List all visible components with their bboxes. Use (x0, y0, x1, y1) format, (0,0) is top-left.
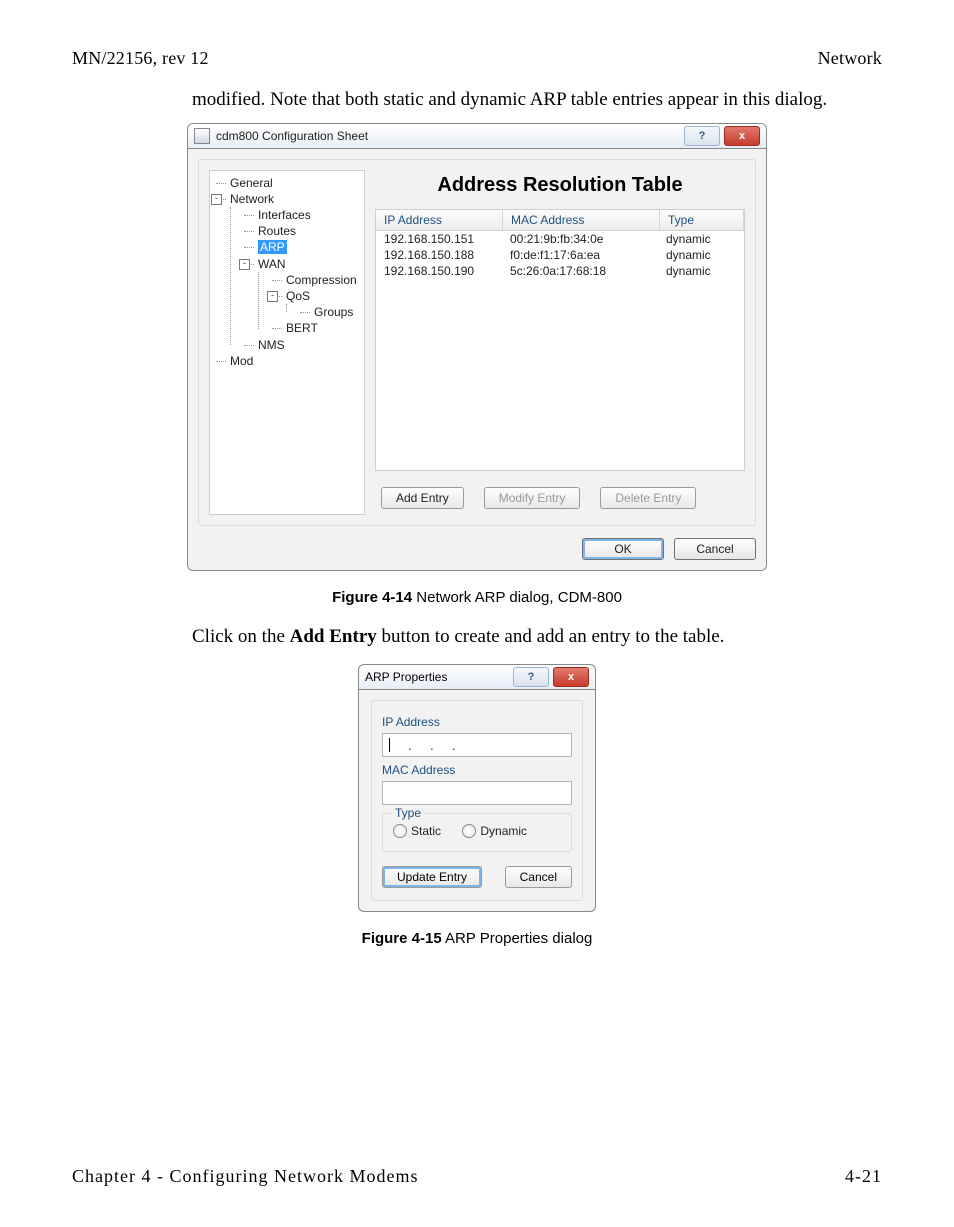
paragraph-continuation: modified. Note that both static and dyna… (192, 87, 882, 113)
collapse-icon[interactable]: - (211, 194, 222, 205)
mac-address-input[interactable] (382, 781, 572, 805)
help-button[interactable]: ? (684, 126, 720, 146)
type-group-label: Type (391, 806, 425, 820)
tree-item-wan[interactable]: - WAN Compression -QoS Groups BERT (244, 256, 362, 337)
static-radio[interactable]: Static (393, 824, 441, 838)
dynamic-radio[interactable]: Dynamic (462, 824, 527, 838)
figure-4-14-caption: Figure 4-14 Network ARP dialog, CDM-800 (72, 589, 882, 606)
add-entry-button[interactable]: Add Entry (381, 487, 464, 509)
tree-label: Interfaces (258, 208, 311, 222)
radio-label: Static (411, 824, 441, 838)
cell-ip: 192.168.150.190 (376, 263, 502, 279)
dialog-titlebar[interactable]: ARP Properties ? x (358, 664, 596, 690)
table-row[interactable]: 192.168.150.190 5c:26:0a:17:68:18 dynami… (376, 263, 744, 279)
cell-type: dynamic (658, 231, 744, 247)
cell-mac: 5c:26:0a:17:68:18 (502, 263, 658, 279)
arp-properties-dialog: ARP Properties ? x IP Address . . . MAC … (358, 664, 596, 912)
col-type[interactable]: Type (660, 210, 744, 230)
ip-dot: . (408, 737, 412, 753)
dialog-titlebar[interactable]: cdm800 Configuration Sheet ? x (187, 123, 767, 149)
cell-mac: 00:21:9b:fb:34:0e (502, 231, 658, 247)
collapse-icon[interactable]: - (239, 259, 250, 270)
dialog-title: cdm800 Configuration Sheet (216, 129, 680, 143)
delete-entry-button: Delete Entry (600, 487, 696, 509)
tree-item-arp[interactable]: ARP (244, 239, 362, 255)
cell-ip: 192.168.150.188 (376, 247, 502, 263)
dialog-title: ARP Properties (365, 670, 509, 684)
ip-dot: . (430, 737, 434, 753)
tree-item-interfaces[interactable]: Interfaces (244, 207, 362, 223)
tree-label: Compression (286, 273, 357, 287)
text: Click on the (192, 626, 290, 647)
collapse-icon[interactable]: - (267, 291, 278, 302)
figure-4-15-caption: Figure 4-15 ARP Properties dialog (72, 930, 882, 947)
ip-dot: . (452, 737, 456, 753)
pane-title: Address Resolution Table (375, 174, 745, 197)
text-bold: Add Entry (290, 626, 377, 647)
update-entry-button[interactable]: Update Entry (382, 866, 482, 888)
tree-label: BERT (286, 321, 318, 335)
help-button[interactable]: ? (513, 667, 549, 687)
figure-text: ARP Properties dialog (442, 930, 593, 947)
text-caret (389, 738, 390, 752)
modify-entry-button: Modify Entry (484, 487, 581, 509)
close-button[interactable]: x (724, 126, 760, 146)
tree-item-nms[interactable]: NMS (244, 337, 362, 353)
col-ip[interactable]: IP Address (376, 210, 503, 230)
radio-icon (462, 824, 476, 838)
tree-item-bert[interactable]: BERT (272, 320, 362, 336)
tree-label: ARP (258, 240, 287, 254)
mac-address-label: MAC Address (382, 763, 572, 777)
doc-footer-left: Chapter 4 - Configuring Network Modems (72, 1166, 418, 1187)
tree-label: QoS (286, 289, 310, 303)
cancel-button[interactable]: Cancel (674, 538, 756, 560)
cell-type: dynamic (658, 263, 744, 279)
tree-label: Routes (258, 224, 296, 238)
config-sheet-dialog: cdm800 Configuration Sheet ? x General -… (187, 123, 767, 571)
close-button[interactable]: x (553, 667, 589, 687)
tree-item-network[interactable]: -Network Interfaces Routes ARP -WAN Comp… (216, 191, 362, 353)
figure-label: Figure 4-14 (332, 589, 412, 606)
type-group: Type Static Dynamic (382, 813, 572, 852)
radio-icon (393, 824, 407, 838)
tree-label: Network (230, 192, 274, 206)
cell-ip: 192.168.150.151 (376, 231, 502, 247)
paragraph-add-entry: Click on the Add Entry button to create … (192, 626, 882, 648)
tree-item-compression[interactable]: Compression (272, 272, 362, 288)
nav-tree[interactable]: General -Network Interfaces Routes ARP -… (209, 170, 365, 515)
arp-table[interactable]: IP Address MAC Address Type 192.168.150.… (375, 209, 745, 471)
tree-label: NMS (258, 338, 285, 352)
radio-label: Dynamic (480, 824, 527, 838)
cell-mac: f0:de:f1:17:6a:ea (502, 247, 658, 263)
tree-label: WAN (258, 257, 286, 271)
ip-address-input[interactable]: . . . (382, 733, 572, 757)
doc-header-right: Network (818, 48, 882, 69)
tree-label: Mod (230, 354, 253, 368)
col-mac[interactable]: MAC Address (503, 210, 660, 230)
figure-label: Figure 4-15 (362, 930, 442, 947)
tree-item-routes[interactable]: Routes (244, 223, 362, 239)
tree-item-groups[interactable]: Groups (300, 304, 362, 320)
tree-item-mod[interactable]: Mod (216, 353, 362, 369)
table-row[interactable]: 192.168.150.151 00:21:9b:fb:34:0e dynami… (376, 231, 744, 247)
doc-footer-right: 4-21 (845, 1166, 882, 1187)
tree-item-qos[interactable]: -QoS Groups (272, 288, 362, 320)
ok-button[interactable]: OK (582, 538, 664, 560)
doc-header-left: MN/22156, rev 12 (72, 48, 209, 69)
tree-item-general[interactable]: General (216, 175, 362, 191)
cell-type: dynamic (658, 247, 744, 263)
ip-address-label: IP Address (382, 715, 572, 729)
tree-label: General (230, 176, 273, 190)
figure-text: Network ARP dialog, CDM-800 (412, 589, 622, 606)
tree-label: Groups (314, 305, 353, 319)
app-icon (194, 128, 210, 144)
text: button to create and add an entry to the… (377, 626, 725, 647)
table-header: IP Address MAC Address Type (376, 210, 744, 231)
table-row[interactable]: 192.168.150.188 f0:de:f1:17:6a:ea dynami… (376, 247, 744, 263)
cancel-button[interactable]: Cancel (505, 866, 572, 888)
